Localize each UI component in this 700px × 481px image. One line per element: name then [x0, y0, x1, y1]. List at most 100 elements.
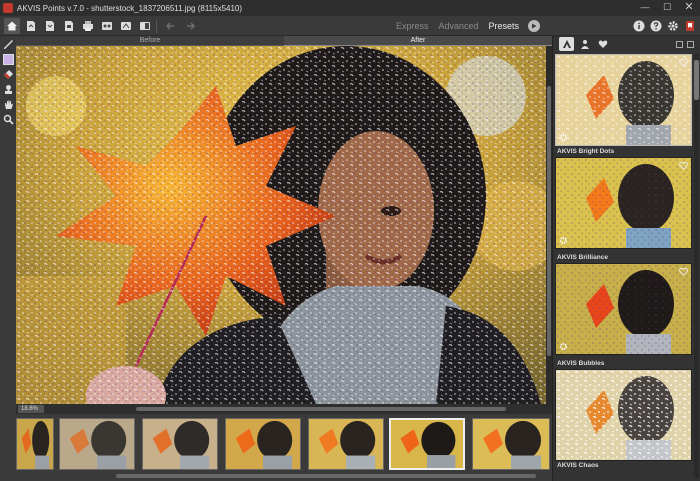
preset-name: AKVIS Chaos — [555, 461, 692, 471]
mode-presets[interactable]: Presets — [488, 21, 519, 31]
presets-scroll-thumb[interactable] — [694, 60, 699, 100]
bookmark-icon — [686, 20, 694, 31]
save-button[interactable] — [42, 18, 58, 34]
open-button[interactable] — [23, 18, 39, 34]
film-thumbnail-selected[interactable] — [389, 418, 465, 470]
save-icon — [46, 20, 54, 31]
maximize-button[interactable]: ☐ — [656, 0, 678, 16]
redo-button[interactable] — [182, 18, 198, 34]
preset-thumbnail[interactable] — [555, 263, 692, 355]
run-button[interactable] — [528, 19, 540, 32]
bookmark-button[interactable] — [684, 20, 696, 32]
preset-settings-icon[interactable] — [559, 236, 568, 245]
batch-button[interactable] — [99, 18, 115, 34]
horizontal-scroll-thumb[interactable] — [136, 407, 506, 411]
preset-preview-image — [556, 158, 691, 248]
preset-settings-icon[interactable] — [559, 133, 568, 142]
tab-akvis-presets[interactable] — [559, 37, 574, 51]
preset-preview-image — [556, 370, 691, 460]
image-canvas[interactable] — [16, 46, 546, 404]
info-icon — [633, 20, 645, 31]
compare-icon — [140, 21, 150, 30]
brush-icon — [3, 40, 13, 49]
close-button[interactable]: ✕ — [678, 0, 700, 16]
preset-name: AKVIS Brilliance — [555, 253, 692, 263]
undo-button[interactable] — [163, 18, 179, 34]
film-thumbnail[interactable] — [142, 418, 218, 470]
mode-express[interactable]: Express — [396, 21, 429, 31]
favorite-heart-icon[interactable] — [679, 161, 688, 170]
color-swatch[interactable] — [2, 54, 14, 65]
preset-name: AKVIS Bright Dots — [555, 147, 692, 157]
tab-before[interactable]: Before — [16, 36, 284, 46]
film-thumbnail[interactable] — [472, 418, 550, 470]
preset-name: AKVIS Bubbles — [555, 359, 692, 369]
home-button[interactable] — [4, 17, 20, 34]
favorite-heart-icon[interactable] — [679, 267, 688, 276]
view-mode-toggle — [672, 40, 694, 48]
zoom-level[interactable]: 18.6% — [18, 405, 44, 413]
share-button[interactable] — [118, 18, 134, 34]
settings-button[interactable] — [667, 20, 679, 32]
toolbar-separator — [156, 18, 157, 33]
tab-user-presets[interactable] — [577, 37, 592, 51]
zoom-icon — [3, 114, 14, 125]
film-thumbnail[interactable] — [59, 418, 135, 470]
preset-thumbnail[interactable] — [555, 54, 692, 146]
tool-panel — [0, 36, 16, 481]
film-thumbnail-image — [309, 419, 383, 469]
open-icon — [27, 20, 35, 31]
app-window: AKVIS Points v.7.0 - shutterstock_183720… — [0, 0, 700, 481]
stamp-tool[interactable] — [2, 83, 15, 96]
preset-item[interactable]: AKVIS Brilliance — [555, 253, 692, 355]
toolbar-right-icons — [628, 20, 696, 32]
help-button[interactable] — [650, 20, 662, 32]
view-tabs: Before After — [16, 36, 552, 46]
presets-scrollbar[interactable] — [694, 54, 699, 478]
preset-item[interactable]: AKVIS Bubbles AKVIS Chaos — [555, 359, 692, 471]
save-as-icon — [65, 20, 73, 31]
vertical-scroll-thumb[interactable] — [547, 86, 551, 356]
favorite-heart-icon[interactable] — [679, 58, 688, 67]
film-thumbnail[interactable] — [225, 418, 301, 470]
preset-settings-icon[interactable] — [559, 342, 568, 351]
preset-thumbnail[interactable] — [555, 157, 692, 249]
horizontal-scrollbar[interactable]: 18.6% — [16, 404, 552, 414]
info-button[interactable] — [633, 20, 645, 32]
preset-preview-image — [556, 55, 691, 145]
save-as-button[interactable] — [61, 18, 77, 34]
film-thumbnail[interactable] — [308, 418, 384, 470]
eraser-tool[interactable] — [2, 68, 15, 81]
tab-after[interactable]: After — [284, 36, 552, 46]
help-icon — [650, 20, 662, 31]
grid-view-icon[interactable] — [676, 40, 683, 48]
heart-icon — [598, 40, 607, 48]
canvas-area: Before After 18.6% — [16, 36, 552, 414]
app-logo-icon — [3, 3, 13, 13]
list-view-icon[interactable] — [687, 40, 694, 48]
print-button[interactable] — [80, 18, 96, 34]
brush-tool[interactable] — [2, 38, 15, 51]
film-thumbnail-image — [17, 419, 53, 469]
preset-item[interactable] — [555, 54, 692, 146]
tab-favorite-presets[interactable] — [595, 37, 610, 51]
processed-photo — [16, 46, 546, 404]
hand-tool[interactable] — [2, 98, 15, 111]
settings-icon — [668, 20, 678, 31]
akvis-logo-icon — [562, 40, 571, 48]
panel-tabs — [553, 36, 700, 52]
preset-item[interactable]: AKVIS Bright Dots — [555, 147, 692, 249]
home-icon — [7, 21, 17, 30]
filmstrip-scrollbar[interactable] — [116, 474, 536, 478]
compare-button[interactable] — [137, 18, 153, 34]
zoom-tool[interactable] — [2, 113, 15, 126]
minimize-button[interactable]: — — [634, 0, 656, 16]
user-icon — [580, 40, 589, 49]
main-toolbar: Express Advanced Presets — [0, 16, 700, 36]
print-icon — [83, 20, 93, 31]
window-title: AKVIS Points v.7.0 - shutterstock_183720… — [17, 3, 243, 13]
mode-advanced[interactable]: Advanced — [438, 21, 478, 31]
preset-preview-image — [556, 264, 691, 354]
film-thumbnail[interactable] — [16, 418, 54, 470]
preset-thumbnail[interactable] — [555, 369, 692, 461]
